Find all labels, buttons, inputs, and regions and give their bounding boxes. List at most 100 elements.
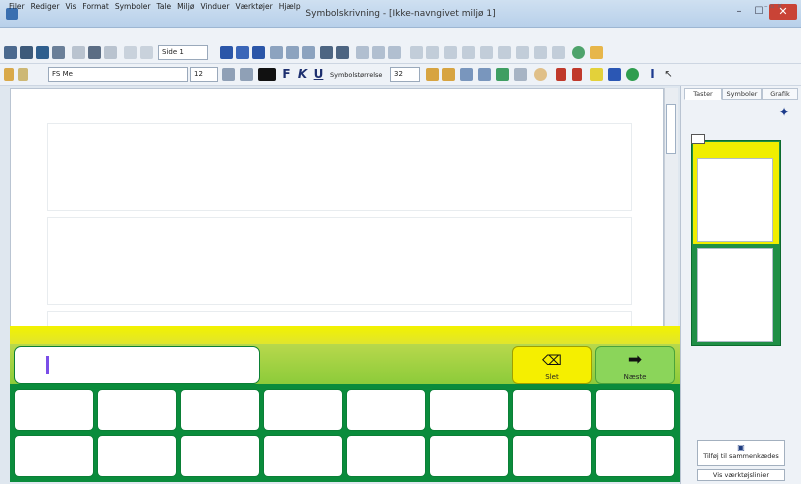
- align-center-icon[interactable]: [236, 46, 249, 59]
- menu-edit[interactable]: Rediger: [28, 1, 63, 13]
- pen-icon[interactable]: [4, 68, 14, 81]
- settings-icon[interactable]: [498, 46, 511, 59]
- symbol-color-icon[interactable]: [496, 68, 509, 81]
- remove-icon[interactable]: [626, 68, 639, 81]
- menu-help[interactable]: Hjælp: [276, 1, 304, 13]
- symbol-size-select[interactable]: 32: [390, 67, 420, 82]
- thumbnail-page-2[interactable]: [697, 248, 773, 342]
- pin-icon[interactable]: ✦: [776, 104, 792, 120]
- scissors-icon[interactable]: [556, 68, 566, 81]
- menu-speech[interactable]: Tale: [153, 1, 174, 13]
- tab-keys[interactable]: Taster: [684, 88, 722, 100]
- add-to-chain-button[interactable]: ▣ Tilføj til sammenkædes: [697, 440, 785, 466]
- show-toolbars-button[interactable]: Vis værktøjslinier: [697, 469, 785, 481]
- open-icon[interactable]: [20, 46, 33, 59]
- scrollbar-thumb[interactable]: [666, 104, 676, 154]
- keyboard-input-box[interactable]: [14, 346, 260, 384]
- minimize-button[interactable]: –: [729, 4, 749, 20]
- symbol-grow-icon[interactable]: [426, 68, 439, 81]
- italic-button[interactable]: K: [296, 68, 309, 81]
- text-line-1[interactable]: [47, 123, 632, 211]
- save-icon[interactable]: [36, 46, 49, 59]
- symbol-swap-icon[interactable]: [514, 68, 527, 81]
- pointer-icon[interactable]: ↖: [662, 68, 675, 81]
- key-r3-1[interactable]: [14, 435, 94, 477]
- insert-icon[interactable]: [336, 46, 349, 59]
- key-r2-6[interactable]: [429, 389, 509, 431]
- key-r2-8[interactable]: [595, 389, 675, 431]
- key-r2-2[interactable]: [97, 389, 177, 431]
- key-r2-3[interactable]: [180, 389, 260, 431]
- shrink-font-icon[interactable]: [240, 68, 253, 81]
- word-list-icon[interactable]: [480, 46, 493, 59]
- redo-icon[interactable]: [140, 46, 153, 59]
- frame-icon[interactable]: [302, 46, 315, 59]
- save-as-icon[interactable]: [52, 46, 65, 59]
- highlight-icon[interactable]: [590, 68, 603, 81]
- table-icon[interactable]: [270, 46, 283, 59]
- key-r3-5[interactable]: [346, 435, 426, 477]
- bold-button[interactable]: F: [280, 68, 293, 81]
- mdi-window-controls[interactable]: – ▫ ×: [764, 2, 783, 10]
- text-cursor-icon[interactable]: I: [646, 68, 659, 81]
- speak-icon[interactable]: [410, 46, 423, 59]
- speak-word-icon[interactable]: [426, 46, 439, 59]
- font-select[interactable]: FS Me: [48, 67, 188, 82]
- cut-icon[interactable]: [72, 46, 85, 59]
- underline-button[interactable]: U: [312, 68, 325, 81]
- globe-icon[interactable]: [572, 46, 585, 59]
- tab-arrow-icon[interactable]: [608, 68, 621, 81]
- tab-graphics[interactable]: Grafik: [762, 88, 798, 100]
- menu-view[interactable]: Vis: [62, 1, 79, 13]
- document-page[interactable]: [10, 88, 664, 331]
- menu-symbols[interactable]: Symboler: [112, 1, 154, 13]
- tab-symbols[interactable]: Symboler: [722, 88, 762, 100]
- key-r2-7[interactable]: [512, 389, 592, 431]
- page-select[interactable]: Side 1: [158, 45, 208, 60]
- key-r3-4[interactable]: [263, 435, 343, 477]
- key-r2-5[interactable]: [346, 389, 426, 431]
- symbol-text-icon[interactable]: [478, 68, 491, 81]
- grow-font-icon[interactable]: [222, 68, 235, 81]
- key-r3-6[interactable]: [429, 435, 509, 477]
- symbol-shrink-icon[interactable]: [442, 68, 455, 81]
- font-size-select[interactable]: 12: [190, 67, 218, 82]
- key-r2-1[interactable]: [14, 389, 94, 431]
- face-icon[interactable]: [534, 68, 547, 81]
- border-icon[interactable]: [372, 46, 385, 59]
- menu-format[interactable]: Format: [79, 1, 111, 13]
- layout-icon[interactable]: [388, 46, 401, 59]
- key-r3-7[interactable]: [512, 435, 592, 477]
- split-icon[interactable]: [572, 68, 582, 81]
- align-right-icon[interactable]: [252, 46, 265, 59]
- grid-icon[interactable]: [286, 46, 299, 59]
- next-button[interactable]: ➡ Næste: [595, 346, 675, 384]
- paste-icon[interactable]: [104, 46, 117, 59]
- new-doc-icon[interactable]: [4, 46, 17, 59]
- menu-file[interactable]: Filer: [6, 1, 28, 13]
- image-icon[interactable]: [320, 46, 333, 59]
- menu-windows[interactable]: Vinduer: [197, 1, 232, 13]
- key-r2-4[interactable]: [263, 389, 343, 431]
- menu-environment[interactable]: Miljø: [174, 1, 197, 13]
- key-r3-8[interactable]: [595, 435, 675, 477]
- zoom-icon[interactable]: [516, 46, 529, 59]
- text-color-icon[interactable]: [258, 68, 276, 81]
- preview-icon[interactable]: [552, 46, 565, 59]
- align-left-icon[interactable]: [220, 46, 233, 59]
- copy-icon[interactable]: [88, 46, 101, 59]
- spell-icon[interactable]: [356, 46, 369, 59]
- key-r3-3[interactable]: [180, 435, 260, 477]
- menu-tools[interactable]: Værktøjer: [232, 1, 275, 13]
- print-icon[interactable]: [534, 46, 547, 59]
- symbol-frame-icon[interactable]: [460, 68, 473, 81]
- stop-icon[interactable]: [444, 46, 457, 59]
- pencil-icon[interactable]: [18, 68, 28, 81]
- predict-icon[interactable]: [462, 46, 475, 59]
- grid-dots-icon[interactable]: [590, 46, 603, 59]
- thumbnail-page-1[interactable]: [697, 158, 773, 242]
- text-line-2[interactable]: [47, 217, 632, 305]
- delete-button[interactable]: ⌫ Slet: [512, 346, 592, 384]
- key-r3-2[interactable]: [97, 435, 177, 477]
- undo-icon[interactable]: [124, 46, 137, 59]
